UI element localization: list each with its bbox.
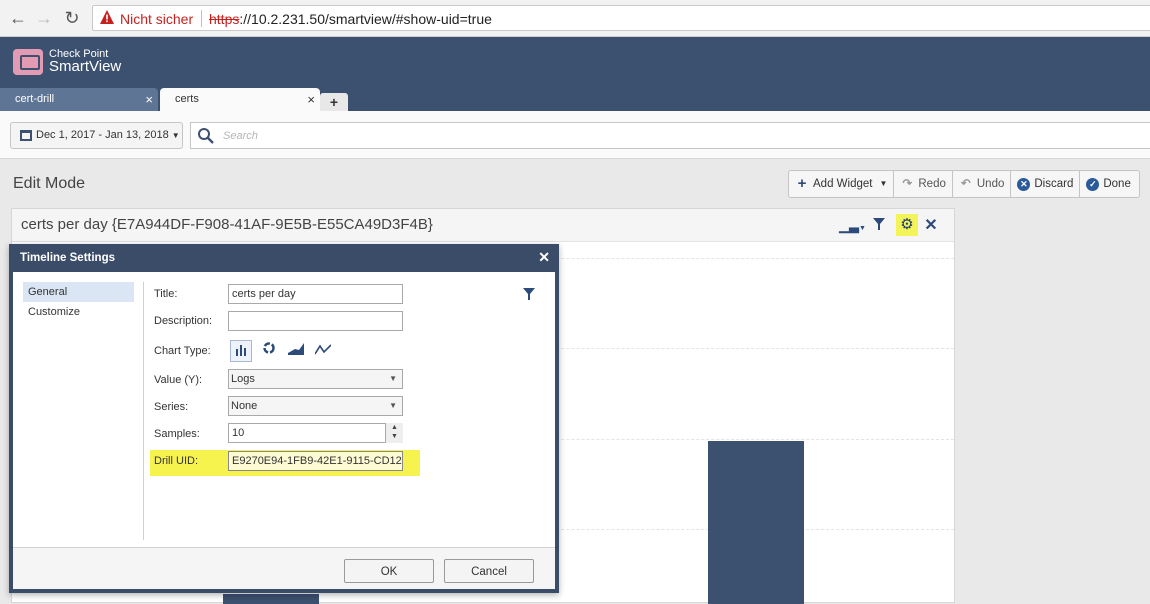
samples-input[interactable]: 10	[228, 423, 403, 443]
search-input[interactable]	[221, 126, 821, 146]
area-chart-shape	[288, 343, 304, 355]
chevron-down-icon: ▼	[389, 401, 397, 410]
chevron-down-icon: ▼	[879, 179, 888, 188]
redo-button[interactable]: ↷ Redo	[894, 171, 953, 197]
search-icon	[198, 128, 214, 144]
edit-toolbar: + Add Widget ▼ ↷ Redo ↶ Undo ✕ Discard ✓ …	[788, 170, 1140, 198]
tab-certs[interactable]: certs ×	[160, 88, 320, 111]
discard-label: Discard	[1034, 178, 1074, 190]
undo-label: Undo	[976, 178, 1005, 190]
series-label: Series:	[154, 401, 189, 413]
samples-label: Samples:	[154, 428, 200, 440]
address-bar[interactable]: Nicht sicher https://10.2.231.50/smartvi…	[92, 5, 1150, 31]
tab-bar: cert-drill × certs × +	[0, 88, 1150, 111]
chevron-down-icon: ▼	[389, 374, 397, 383]
browser-toolbar: ← → ↻ Nicht sicher https://10.2.231.50/s…	[0, 0, 1150, 37]
search-box[interactable]	[190, 122, 1150, 149]
title-input[interactable]: certs per day	[228, 284, 403, 304]
samples-stepper[interactable]: ▲ ▼	[385, 423, 403, 443]
line-chart-shape	[314, 344, 332, 355]
page-title: Edit Mode	[13, 175, 86, 192]
query-toolbar: Dec 1, 2017 - Jan 13, 2018 ▼	[0, 111, 1150, 159]
chart-bar[interactable]	[223, 594, 319, 604]
title-label: Title:	[154, 288, 178, 300]
warning-icon	[100, 10, 114, 24]
date-range-label: Dec 1, 2017 - Jan 13, 2018	[36, 129, 169, 141]
nav-divider	[143, 282, 144, 540]
cancel-button[interactable]: Cancel	[444, 559, 534, 583]
chevron-down-icon: ▼	[171, 131, 180, 140]
dialog-title: Timeline Settings	[20, 252, 116, 264]
nav-item-general[interactable]: General	[23, 282, 134, 302]
arrow-left-icon[interactable]: ←	[8, 8, 28, 28]
filter-icon[interactable]	[871, 218, 887, 234]
settings-nav: General Customize	[23, 282, 134, 322]
redo-label: Redo	[918, 178, 946, 190]
undo-button[interactable]: ↶ Undo	[953, 171, 1012, 197]
filter-icon[interactable]	[523, 288, 535, 303]
gear-icon[interactable]: ⚙	[896, 214, 918, 236]
value-label: Value (Y):	[154, 374, 203, 386]
value-selected: Logs	[231, 373, 255, 385]
logo-icon	[13, 49, 43, 75]
area-chart-icon[interactable]	[285, 340, 307, 362]
done-button[interactable]: ✓ Done	[1080, 171, 1137, 197]
drill-uid-input[interactable]: E9270E94-1FB9-42E1-9115-CD12C	[228, 451, 403, 471]
bar-chart-icon[interactable]: ▁▃▼	[839, 218, 866, 234]
chart-bar[interactable]	[708, 441, 804, 604]
series-select[interactable]: None ▼	[228, 396, 403, 416]
url-scheme: https	[209, 11, 240, 27]
nav-item-customize[interactable]: Customize	[23, 302, 134, 322]
close-icon[interactable]: ×	[307, 88, 315, 111]
close-icon[interactable]: ✕	[923, 218, 939, 234]
redo-icon: ↷	[902, 178, 913, 190]
security-status[interactable]: Nicht sicher	[120, 11, 193, 27]
add-widget-label: Add Widget	[813, 178, 873, 190]
plus-icon: +	[797, 175, 807, 192]
widget-header: certs per day {E7A944DF-F908-41AF-9E5B-E…	[12, 209, 954, 242]
filter-shape	[523, 288, 535, 300]
tab-cert-drill[interactable]: cert-drill ×	[0, 88, 158, 111]
add-widget-button[interactable]: + Add Widget ▼	[789, 171, 895, 197]
description-input[interactable]	[228, 311, 403, 331]
calendar-icon	[20, 130, 32, 141]
filter-shape	[873, 218, 885, 230]
close-icon[interactable]: ×	[145, 88, 153, 111]
ok-button[interactable]: OK	[344, 559, 434, 583]
done-label: Done	[1103, 178, 1131, 190]
tab-label: certs	[175, 93, 199, 105]
drill-uid-label: Drill UID:	[154, 455, 198, 467]
check-icon: ✓	[1086, 177, 1100, 191]
discard-icon: ✕	[1017, 177, 1031, 191]
bar-chart-icon[interactable]	[230, 340, 252, 362]
chevron-down-icon[interactable]: ▼	[386, 432, 403, 441]
widget-title: certs per day {E7A944DF-F908-41AF-9E5B-E…	[21, 216, 433, 233]
date-range-button[interactable]: Dec 1, 2017 - Jan 13, 2018 ▼	[10, 122, 183, 149]
app-header: Check Point SmartView	[0, 37, 1150, 88]
reload-icon[interactable]: ↻	[62, 8, 82, 28]
timeline-settings-dialog: Timeline Settings ✕ General Customize Ti…	[9, 244, 559, 593]
donut-chart-shape	[263, 342, 275, 354]
address-divider	[201, 10, 202, 27]
dialog-header: Timeline Settings ✕	[9, 244, 559, 272]
discard-button[interactable]: ✕ Discard	[1011, 171, 1081, 197]
dialog-footer: OK Cancel	[13, 547, 555, 589]
brand-main: SmartView	[49, 58, 122, 75]
donut-chart-icon[interactable]	[258, 340, 280, 362]
line-chart-icon[interactable]	[312, 340, 334, 362]
chevron-up-icon[interactable]: ▲	[386, 423, 403, 432]
series-selected: None	[231, 400, 258, 412]
chart-type-label: Chart Type:	[154, 345, 211, 357]
url-host: ://10.2.231.50/smartview/#show-uid=true	[239, 11, 492, 27]
bar-chart-shape	[236, 345, 246, 356]
undo-icon: ↶	[961, 178, 971, 190]
tab-label: cert-drill	[15, 93, 55, 105]
close-icon[interactable]: ✕	[538, 249, 550, 266]
description-label: Description:	[154, 315, 213, 327]
url-text[interactable]: https://10.2.231.50/smartview/#show-uid=…	[209, 11, 492, 27]
add-tab-button[interactable]: +	[320, 93, 348, 111]
value-select[interactable]: Logs ▼	[228, 369, 403, 389]
arrow-right-icon[interactable]: →	[34, 8, 54, 28]
